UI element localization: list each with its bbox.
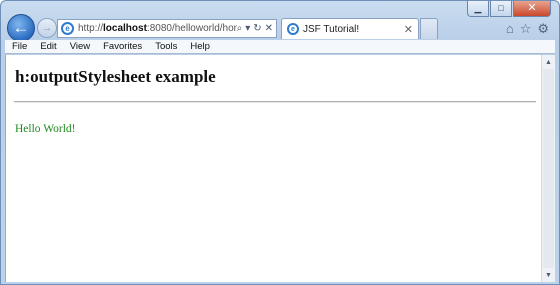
- menu-help[interactable]: Help: [183, 41, 216, 52]
- favorites-star-icon[interactable]: ☆: [520, 21, 532, 37]
- refresh-icon[interactable]: ↻: [253, 23, 261, 34]
- tab-close-icon[interactable]: ✕: [404, 23, 418, 36]
- menu-tools[interactable]: Tools: [148, 41, 183, 52]
- browser-tools: ⌂ ☆ ⚙: [506, 21, 549, 37]
- url-rest: :8080/helloworld/home.jsf: [146, 23, 237, 34]
- menu-file[interactable]: File: [5, 41, 33, 52]
- url-prefix: http://: [78, 23, 104, 34]
- forward-button[interactable]: →: [37, 18, 57, 38]
- ie-page-icon: e: [61, 22, 74, 35]
- ie-tab-icon: e: [287, 23, 299, 35]
- vertical-scrollbar[interactable]: ▲ ▼: [541, 55, 555, 282]
- scroll-up-icon[interactable]: ▲: [542, 56, 555, 68]
- search-icon[interactable]: ⌕: [237, 23, 243, 34]
- dropdown-icon[interactable]: ▾: [245, 23, 250, 34]
- hello-message: Hello World!: [15, 123, 76, 135]
- address-bar[interactable]: e http://localhost:8080/helloworld/home.…: [57, 19, 277, 38]
- scroll-down-icon[interactable]: ▼: [542, 269, 555, 281]
- window-controls: ▁ □ ✕: [466, 1, 551, 17]
- scroll-track[interactable]: [543, 69, 554, 268]
- address-tools: ⌕ ▾ ↻ ✕: [237, 23, 276, 34]
- menu-edit[interactable]: Edit: [33, 41, 62, 52]
- menu-view[interactable]: View: [63, 41, 96, 52]
- home-icon[interactable]: ⌂: [506, 21, 514, 37]
- page-content: h:outputStylesheet example Hello World!: [5, 55, 541, 282]
- stop-icon[interactable]: ✕: [265, 23, 273, 34]
- minimize-button[interactable]: ▁: [467, 1, 489, 17]
- new-tab-button[interactable]: [420, 18, 438, 39]
- horizontal-rule: [14, 101, 536, 103]
- menu-bar: File Edit View Favorites Tools Help: [5, 40, 555, 54]
- tab-jsf-tutorial[interactable]: e JSF Tutorial! ✕: [281, 18, 419, 39]
- back-button[interactable]: ←: [7, 14, 35, 42]
- maximize-button[interactable]: □: [490, 1, 512, 17]
- gear-icon[interactable]: ⚙: [537, 21, 549, 37]
- page-heading: h:outputStylesheet example: [15, 67, 216, 86]
- url-host: localhost: [103, 23, 147, 34]
- close-window-button[interactable]: ✕: [513, 1, 551, 17]
- url-text[interactable]: http://localhost:8080/helloworld/home.js…: [78, 23, 237, 34]
- menu-favorites[interactable]: Favorites: [96, 41, 148, 52]
- browser-window: ▁ □ ✕ ← → e http://localhost:8080/hellow…: [0, 0, 560, 285]
- tab-title: JSF Tutorial!: [303, 23, 360, 35]
